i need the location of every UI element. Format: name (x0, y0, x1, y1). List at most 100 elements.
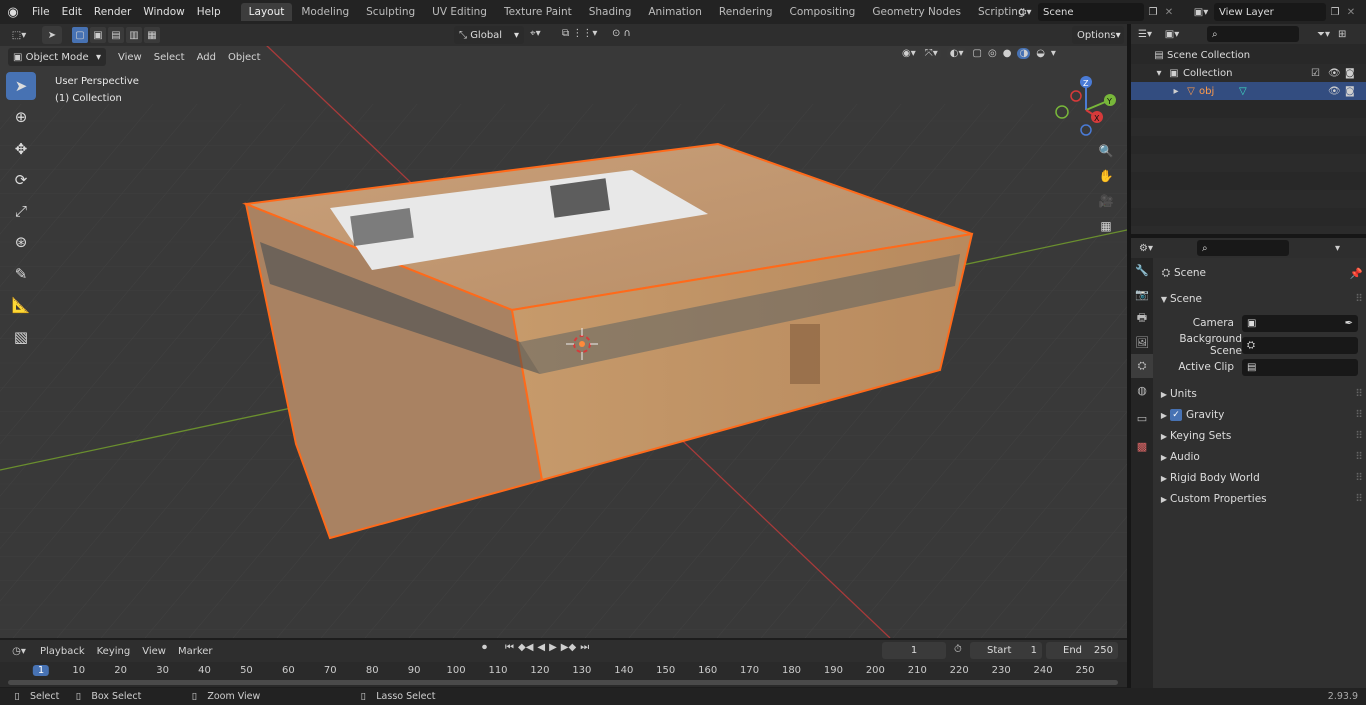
menu-window[interactable]: Window (137, 6, 190, 18)
scene-name-field[interactable]: Scene (1038, 3, 1144, 21)
visibility-icon[interactable]: ◉▾ (902, 48, 916, 59)
panel-collapse-icon[interactable]: ▼ (1158, 295, 1170, 304)
tab-texture-paint[interactable]: Texture Paint (496, 3, 580, 21)
jump-start-icon[interactable]: ⏮ (505, 642, 514, 653)
select-invert-icon[interactable]: ▥ (126, 27, 142, 43)
prev-keyframe-icon[interactable]: ◆◀ (518, 642, 533, 653)
panel-units[interactable]: ▶ Units ⠿ (1158, 384, 1363, 404)
proportional-edit-icon[interactable]: ⊙ ∩ (612, 28, 631, 39)
copy-scene-icon[interactable]: ❐ (1144, 7, 1162, 18)
blender-logo-icon[interactable]: ◉ (0, 0, 26, 24)
tool-tab-icon[interactable]: 🔧 (1131, 258, 1153, 282)
snap-icon[interactable]: ⧉ ⋮⋮▾ (562, 28, 597, 39)
select-intersect-icon[interactable]: ▦ (144, 27, 160, 43)
close-scene-icon[interactable]: ✕ (1162, 7, 1176, 18)
outliner-collection[interactable]: ▾ ▣ Collection ☑ 👁 ◙ (1131, 64, 1366, 82)
scene-tab-icon[interactable]: ⛭ (1131, 354, 1153, 378)
drag-handle-icon[interactable]: ⠿ (1355, 388, 1363, 400)
tab-modeling[interactable]: Modeling (293, 3, 357, 21)
options-dropdown[interactable]: Options ▾ (1072, 26, 1124, 44)
outliner-search-input[interactable]: ⌕ (1207, 26, 1299, 42)
scene-selector[interactable]: ⛭▾ Scene ❐ ✕ (1012, 2, 1182, 22)
tab-shading[interactable]: Shading (581, 3, 640, 21)
outliner-editor-icon[interactable]: ☰▾ (1131, 29, 1159, 40)
tab-sculpting[interactable]: Sculpting (358, 3, 423, 21)
xray-icon[interactable]: ▢ (973, 48, 982, 59)
viewport-scene[interactable]: Z Y X (0, 24, 1127, 638)
properties-editor-icon[interactable]: ⚙▾ (1131, 243, 1161, 254)
jump-end-icon[interactable]: ⏭ (580, 642, 589, 653)
menu-file[interactable]: File (26, 6, 56, 18)
properties-search-input[interactable]: ⌕ (1197, 240, 1289, 256)
mesh-data-icon[interactable]: ▽ (1239, 86, 1247, 97)
collapse-arrow-icon[interactable]: ▾ (1153, 68, 1165, 79)
current-frame-field[interactable]: 1 (882, 642, 946, 659)
select-subtract-icon[interactable]: ▤ (108, 27, 124, 43)
transform-tool-icon[interactable]: ⊛ (6, 228, 36, 256)
measure-tool-icon[interactable]: 📐 (6, 291, 36, 319)
panel-audio[interactable]: ▶ Audio ⠿ (1158, 447, 1363, 467)
expand-arrow-icon[interactable]: ▸ (1169, 86, 1183, 97)
shading-options-icon[interactable]: ▾ (1051, 48, 1056, 59)
tab-layout[interactable]: Layout (240, 3, 293, 21)
play-reverse-icon[interactable]: ◀ (537, 642, 545, 653)
filter-icon[interactable]: ⏷▾ (1317, 29, 1330, 40)
cursor-tool-icon[interactable]: ⊕ (6, 103, 36, 131)
preview-range-icon[interactable]: ⏱ (954, 644, 962, 655)
eyedropper-icon[interactable]: ✒ (1345, 318, 1353, 329)
camera-view-icon[interactable]: 🎥 (1095, 190, 1117, 212)
panel-custom-properties[interactable]: ▶ Custom Properties ⠿ (1158, 489, 1363, 509)
panel-expand-icon[interactable]: ▶ (1158, 474, 1170, 483)
play-icon[interactable]: ▶ (549, 642, 557, 653)
tab-geometry-nodes[interactable]: Geometry Nodes (864, 3, 969, 21)
exclude-checkbox-icon[interactable]: ☑ (1311, 68, 1320, 79)
world-tab-icon[interactable]: ◍ (1131, 378, 1153, 402)
props-options-icon[interactable]: ▾ (1335, 243, 1340, 254)
timeline-menu-marker[interactable]: Marker (172, 646, 219, 657)
solid-shading-icon[interactable]: ● (1003, 48, 1012, 59)
view-layer-selector[interactable]: ▣▾ View Layer ❐ ✕ (1188, 2, 1366, 22)
viewport-menu-view[interactable]: View (112, 52, 148, 63)
pan-hand-icon[interactable]: ✋ (1095, 165, 1117, 187)
panel-rigid-body-world[interactable]: ▶ Rigid Body World ⠿ (1158, 468, 1363, 488)
pin-icon[interactable]: 📌 (1350, 267, 1363, 280)
ortho-grid-icon[interactable]: ▦ (1095, 215, 1117, 237)
select-box-tool-icon[interactable]: ➤ (6, 72, 36, 100)
panel-expand-icon[interactable]: ▶ (1158, 453, 1170, 462)
drag-handle-icon[interactable]: ⠿ (1355, 451, 1363, 463)
zoom-icon[interactable]: 🔍 (1095, 140, 1117, 162)
end-frame-field[interactable]: End 250 (1046, 642, 1118, 659)
tab-rendering[interactable]: Rendering (711, 3, 781, 21)
mode-dropdown[interactable]: ▣ Object Mode ▾ (8, 48, 106, 66)
render-camera-icon[interactable]: ◙ (1345, 68, 1355, 79)
outliner-scene-collection[interactable]: ▤ Scene Collection (1131, 46, 1366, 64)
hide-eye-icon[interactable]: 👁 (1328, 68, 1341, 79)
viewport-menu-object[interactable]: Object (222, 52, 267, 63)
tab-compositing[interactable]: Compositing (782, 3, 864, 21)
pivot-point-icon[interactable]: ⌖▾ (530, 28, 541, 39)
menu-edit[interactable]: Edit (56, 6, 88, 18)
render-tab-icon[interactable]: 📷 (1131, 282, 1153, 306)
panel-expand-icon[interactable]: ▶ (1158, 495, 1170, 504)
editor-type-icon[interactable]: ⬚▾ (4, 30, 34, 41)
new-collection-icon[interactable]: ⊞ (1338, 29, 1346, 40)
add-cube-tool-icon[interactable]: ▧ (6, 323, 36, 351)
object-render-icon[interactable]: ◙ (1345, 86, 1355, 97)
start-frame-field[interactable]: Start 1 (970, 642, 1042, 659)
timeline-menu-view[interactable]: View (136, 646, 172, 657)
material-shading-icon[interactable]: ◑ (1017, 48, 1031, 59)
overlay-toggle-icon[interactable]: ◐▾ (946, 48, 967, 59)
drag-handle-icon[interactable]: ⠿ (1355, 293, 1363, 305)
timeline-menu-keying[interactable]: Keying (91, 646, 137, 657)
panel-expand-icon[interactable]: ▶ (1158, 390, 1170, 399)
viewport-menu-add[interactable]: Add (191, 52, 222, 63)
record-icon[interactable]: ⏺ (482, 642, 487, 653)
panel-expand-icon[interactable]: ▶ (1158, 411, 1170, 420)
rendered-shading-icon[interactable]: ◒ (1036, 48, 1045, 59)
annotate-tool-icon[interactable]: ✎ (6, 260, 36, 288)
collection-tab-icon[interactable]: ▭ (1131, 406, 1153, 430)
menu-render[interactable]: Render (88, 6, 137, 18)
panel-gravity[interactable]: ▶ ✓ Gravity ⠿ (1158, 405, 1363, 425)
outliner-object-obj[interactable]: ▸ ▽ obj ▽ 👁 ◙ (1131, 82, 1366, 100)
select-tool-icon[interactable]: ➤ (42, 26, 62, 44)
